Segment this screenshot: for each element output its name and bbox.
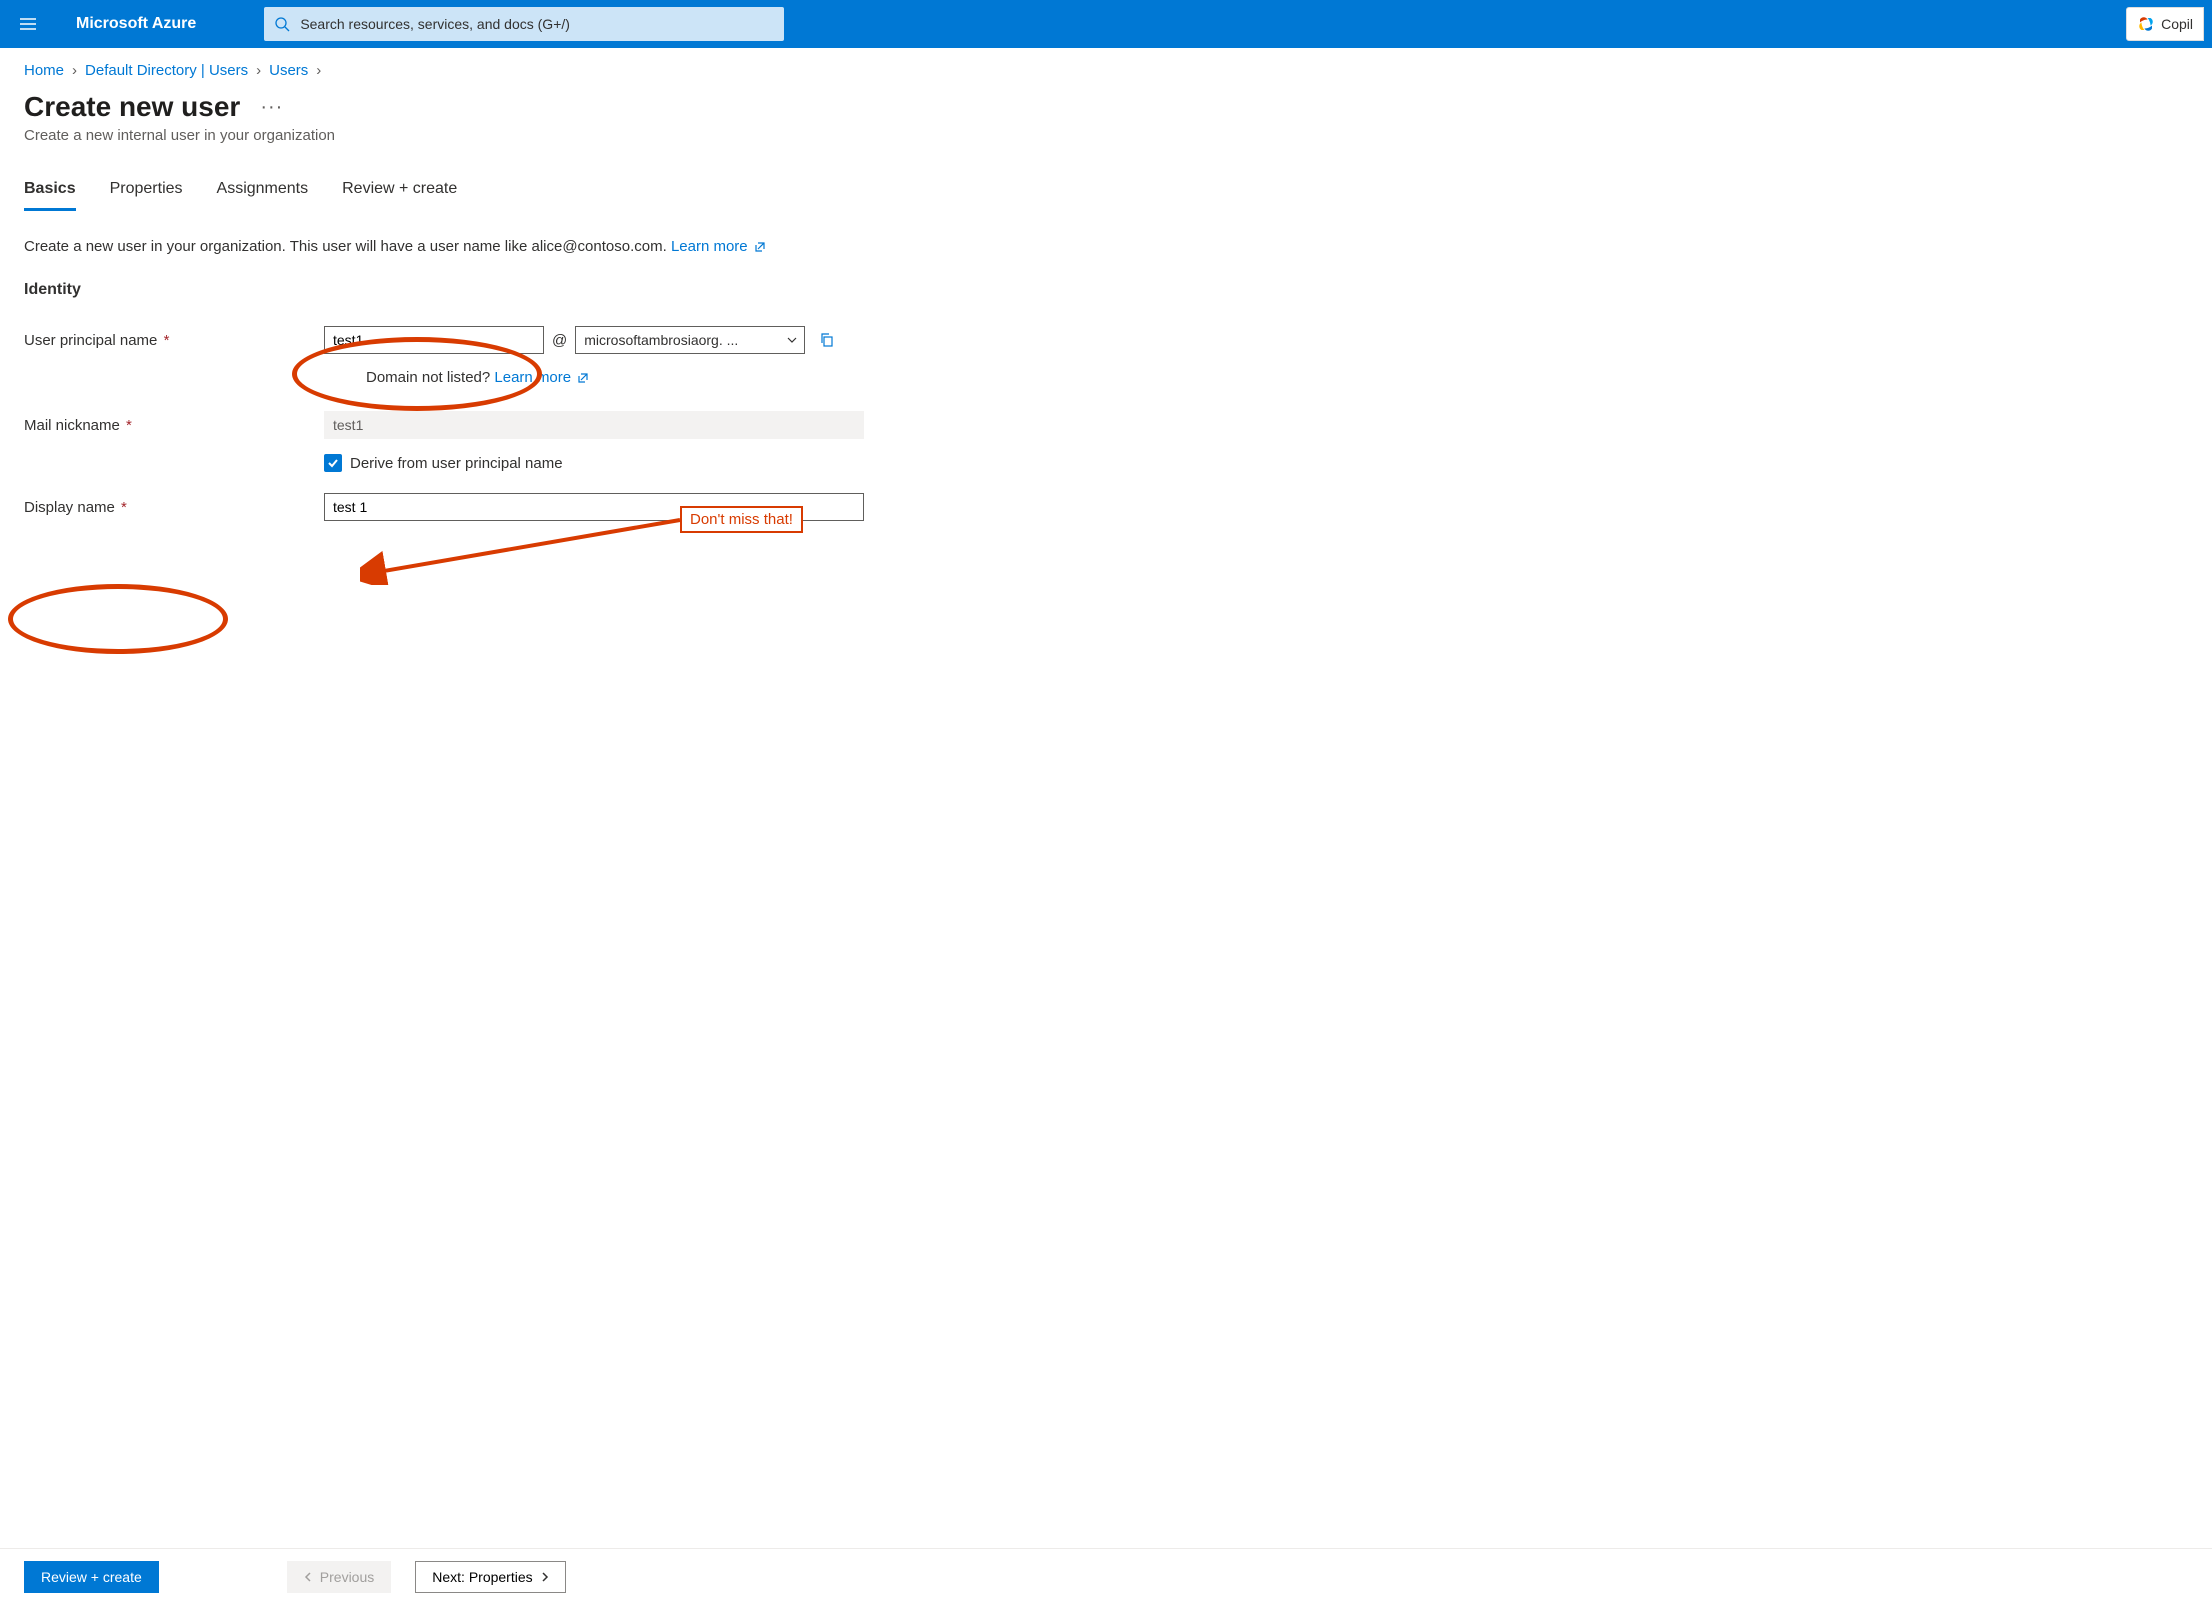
- breadcrumb-home[interactable]: Home: [24, 62, 64, 79]
- domain-value: microsoftambrosiaorg. ...: [584, 332, 738, 348]
- upn-row: User principal name * @ microsoftambrosi…: [24, 325, 936, 355]
- upn-label: User principal name *: [24, 332, 324, 349]
- copilot-icon: [2137, 15, 2155, 33]
- check-icon: [327, 457, 339, 469]
- copilot-label: Copil: [2161, 16, 2193, 32]
- mail-nickname-row: Mail nickname *: [24, 410, 936, 440]
- form-content: Create a new user in your organization. …: [0, 212, 960, 626]
- page-title: Create new user: [24, 91, 240, 123]
- previous-button: Previous: [287, 1561, 391, 1593]
- display-name-label: Display name *: [24, 499, 324, 516]
- copilot-button[interactable]: Copil: [2126, 7, 2204, 41]
- wizard-footer: Review + create Previous Next: Propertie…: [0, 1548, 2212, 1604]
- review-create-button[interactable]: Review + create: [24, 1561, 159, 1593]
- breadcrumb-users[interactable]: Users: [269, 62, 308, 79]
- chevron-left-icon: [304, 1572, 314, 1582]
- chevron-down-icon: [786, 334, 798, 346]
- chevron-right-icon: [539, 1572, 549, 1582]
- derive-checkbox[interactable]: [324, 454, 342, 472]
- hamburger-icon: [18, 14, 38, 34]
- chevron-right-icon: ›: [72, 62, 77, 79]
- derive-checkbox-row: Derive from user principal name: [324, 454, 936, 472]
- hamburger-menu-button[interactable]: [8, 4, 48, 44]
- page-subtitle: Create a new internal user in your organ…: [0, 123, 2212, 162]
- breadcrumb: Home › Default Directory | Users › Users…: [0, 48, 2212, 83]
- tab-basics[interactable]: Basics: [24, 174, 76, 211]
- global-search-input[interactable]: [300, 16, 774, 32]
- tab-assignments[interactable]: Assignments: [217, 174, 309, 211]
- upn-input[interactable]: [324, 326, 544, 354]
- tabs: Basics Properties Assignments Review + c…: [0, 162, 2212, 212]
- external-link-icon: [754, 241, 766, 253]
- domain-hint: Domain not listed? Learn more: [324, 369, 936, 386]
- search-icon: [274, 16, 290, 32]
- global-search[interactable]: [264, 7, 784, 41]
- chevron-right-icon: ›: [316, 62, 321, 79]
- copy-icon[interactable]: [819, 332, 835, 348]
- brand-label[interactable]: Microsoft Azure: [64, 15, 208, 33]
- external-link-icon: [577, 372, 589, 384]
- annotation-callout: Don't miss that!: [680, 506, 803, 533]
- derive-checkbox-label: Derive from user principal name: [350, 455, 563, 472]
- mail-nickname-label: Mail nickname *: [24, 417, 324, 434]
- chevron-right-icon: ›: [256, 62, 261, 79]
- mail-nickname-input: [324, 411, 864, 439]
- domain-learn-more-link[interactable]: Learn more: [494, 369, 589, 386]
- at-symbol: @: [552, 332, 567, 349]
- tab-review-create[interactable]: Review + create: [342, 174, 457, 211]
- intro-text: Create a new user in your organization. …: [24, 238, 936, 255]
- more-actions-button[interactable]: ···: [260, 96, 283, 119]
- breadcrumb-directory[interactable]: Default Directory | Users: [85, 62, 248, 79]
- tab-properties[interactable]: Properties: [110, 174, 183, 211]
- section-identity-heading: Identity: [24, 281, 936, 299]
- next-button[interactable]: Next: Properties: [415, 1561, 565, 1593]
- domain-dropdown[interactable]: microsoftambrosiaorg. ...: [575, 326, 805, 354]
- learn-more-link[interactable]: Learn more: [671, 238, 766, 255]
- topbar: Microsoft Azure Copil: [0, 0, 2212, 48]
